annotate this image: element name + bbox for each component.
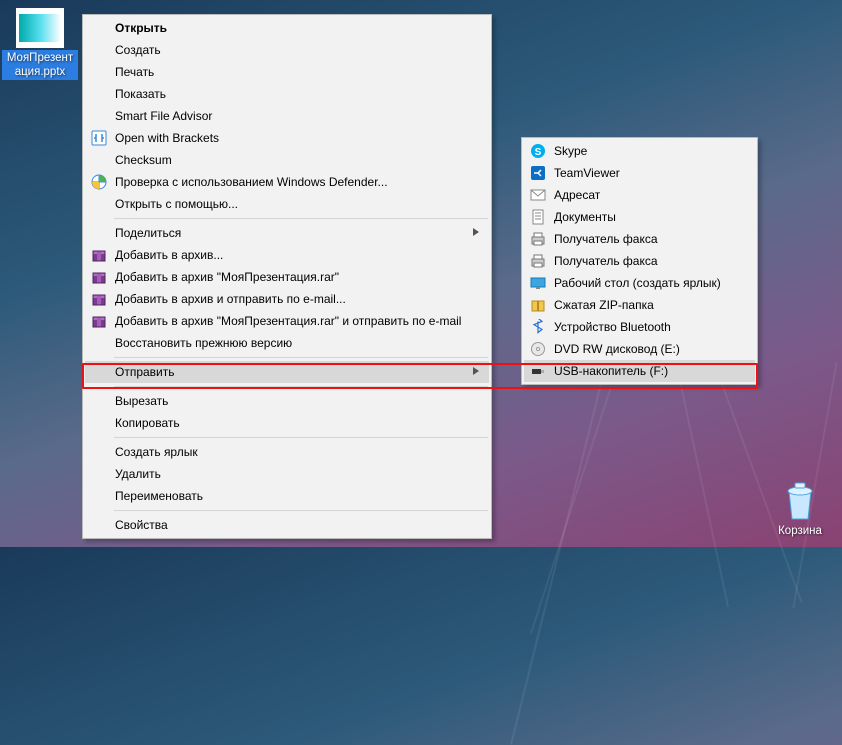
menu-item-label: Поделиться bbox=[115, 226, 181, 240]
menu-item-label: DVD RW дисковод (E:) bbox=[554, 342, 680, 356]
menu-item-label: Добавить в архив и отправить по e-mail..… bbox=[115, 292, 346, 306]
dvd-icon bbox=[530, 341, 546, 357]
menu-item-label: Документы bbox=[554, 210, 616, 224]
menu-item-label: Добавить в архив... bbox=[115, 248, 223, 262]
menu2-item[interactable]: TeamViewer bbox=[524, 162, 755, 184]
docs-icon bbox=[530, 209, 546, 225]
menu-item-label: Добавить в архив "МояПрезентация.rar" bbox=[115, 270, 339, 284]
menu-item-label: Адресат bbox=[554, 188, 600, 202]
menu1-item[interactable]: Создать bbox=[85, 39, 489, 61]
menu1-item[interactable]: Вырезать bbox=[85, 390, 489, 412]
menu1-item[interactable]: Добавить в архив "МояПрезентация.rar" bbox=[85, 266, 489, 288]
rar-icon bbox=[91, 269, 107, 285]
zip-icon bbox=[530, 297, 546, 313]
menu1-item[interactable]: Открыть с помощью... bbox=[85, 193, 489, 215]
submenu-arrow-icon bbox=[473, 366, 483, 376]
rar-icon bbox=[91, 247, 107, 263]
context-menu-main: Открыть Создать Печать Показать Smart File A… bbox=[82, 14, 492, 539]
menu-item-label: Smart File Advisor bbox=[115, 109, 212, 123]
menu2-item[interactable]: Документы bbox=[524, 206, 755, 228]
menu-item-label: Показать bbox=[115, 87, 166, 101]
tv-icon bbox=[530, 165, 546, 181]
menu2-item[interactable]: S Skype bbox=[524, 140, 755, 162]
menu1-item[interactable]: Печать bbox=[85, 61, 489, 83]
recycle-bin-icon bbox=[780, 479, 820, 523]
menu-separator bbox=[114, 386, 488, 387]
desktop-bin-label: Корзина bbox=[776, 523, 824, 539]
menu-item-label: Checksum bbox=[115, 153, 172, 167]
menu-item-label: Создать ярлык bbox=[115, 445, 198, 459]
menu-separator bbox=[114, 437, 488, 438]
menu-item-label: Добавить в архив "МояПрезентация.rar" и … bbox=[115, 314, 461, 328]
rar-icon bbox=[91, 313, 107, 329]
menu1-item[interactable]: Добавить в архив и отправить по e-mail..… bbox=[85, 288, 489, 310]
menu2-item[interactable]: Получатель факса bbox=[524, 228, 755, 250]
menu1-item[interactable]: Восстановить прежнюю версию bbox=[85, 332, 489, 354]
menu1-item[interactable]: Свойства bbox=[85, 514, 489, 536]
menu1-item[interactable]: Добавить в архив "МояПрезентация.rar" и … bbox=[85, 310, 489, 332]
menu-separator bbox=[114, 510, 488, 511]
mail-icon bbox=[530, 187, 546, 203]
svg-text:S: S bbox=[535, 147, 542, 158]
menu-separator bbox=[114, 357, 488, 358]
menu-item-label: Получатель факса bbox=[554, 254, 658, 268]
menu-item-label: Восстановить прежнюю версию bbox=[115, 336, 292, 350]
menu-separator bbox=[114, 218, 488, 219]
menu-item-label: Открыть с помощью... bbox=[115, 197, 238, 211]
menu1-item[interactable]: Поделиться bbox=[85, 222, 489, 244]
context-menu-sendto: S Skype TeamViewer Адресат Документы Получате… bbox=[521, 137, 758, 385]
menu1-item[interactable]: Открыть bbox=[85, 17, 489, 39]
menu2-item[interactable]: Сжатая ZIP-папка bbox=[524, 294, 755, 316]
menu-item-label: USB-накопитель (F:) bbox=[554, 364, 668, 378]
menu-item-label: Открыть bbox=[115, 21, 167, 35]
menu-item-label: Skype bbox=[554, 144, 587, 158]
menu-item-label: TeamViewer bbox=[554, 166, 620, 180]
menu-item-label: Переименовать bbox=[115, 489, 203, 503]
menu-item-label: Копировать bbox=[115, 416, 180, 430]
submenu-arrow-icon bbox=[473, 227, 483, 237]
menu2-item[interactable]: USB-накопитель (F:) bbox=[524, 360, 755, 382]
desktop-file-label: МояПрезент ация.pptx bbox=[2, 50, 78, 80]
menu1-item[interactable]: Переименовать bbox=[85, 485, 489, 507]
menu1-item[interactable]: Показать bbox=[85, 83, 489, 105]
menu1-item[interactable]: Open with Brackets bbox=[85, 127, 489, 149]
desktop-file-pptx[interactable]: МояПрезент ация.pptx bbox=[2, 8, 78, 80]
menu1-item[interactable]: Smart File Advisor bbox=[85, 105, 489, 127]
menu1-item[interactable]: Добавить в архив... bbox=[85, 244, 489, 266]
menu1-item[interactable]: Checksum bbox=[85, 149, 489, 171]
menu2-item[interactable]: Рабочий стол (создать ярлык) bbox=[524, 272, 755, 294]
bt-icon bbox=[530, 319, 546, 335]
menu1-item[interactable]: Создать ярлык bbox=[85, 441, 489, 463]
menu2-item[interactable]: Устройство Bluetooth bbox=[524, 316, 755, 338]
menu-item-label: Устройство Bluetooth bbox=[554, 320, 671, 334]
menu-item-label: Сжатая ZIP-папка bbox=[554, 298, 654, 312]
menu-item-label: Проверка с использованием Windows Defend… bbox=[115, 175, 388, 189]
fax-icon bbox=[530, 231, 546, 247]
menu-item-label: Получатель факса bbox=[554, 232, 658, 246]
menu1-item[interactable]: Отправить bbox=[85, 361, 489, 383]
menu-item-label: Печать bbox=[115, 65, 154, 79]
menu1-item[interactable]: Копировать bbox=[85, 412, 489, 434]
usb-icon bbox=[530, 363, 546, 379]
menu-item-label: Open with Brackets bbox=[115, 131, 219, 145]
menu1-item[interactable]: Удалить bbox=[85, 463, 489, 485]
menu-item-label: Отправить bbox=[115, 365, 175, 379]
menu2-item[interactable]: DVD RW дисковод (E:) bbox=[524, 338, 755, 360]
skype-icon: S bbox=[530, 143, 546, 159]
menu-item-label: Вырезать bbox=[115, 394, 168, 408]
defender-icon bbox=[91, 174, 107, 190]
menu-item-label: Создать bbox=[115, 43, 161, 57]
menu1-item[interactable]: Проверка с использованием Windows Defend… bbox=[85, 171, 489, 193]
pptx-icon bbox=[16, 8, 64, 48]
menu2-item[interactable]: Адресат bbox=[524, 184, 755, 206]
fax-icon bbox=[530, 253, 546, 269]
desk-icon bbox=[530, 275, 546, 291]
menu-item-label: Рабочий стол (создать ярлык) bbox=[554, 276, 721, 290]
menu2-item[interactable]: Получатель факса bbox=[524, 250, 755, 272]
menu-item-label: Удалить bbox=[115, 467, 161, 481]
menu-item-label: Свойства bbox=[115, 518, 168, 532]
brackets-icon bbox=[91, 130, 107, 146]
rar-icon bbox=[91, 291, 107, 307]
desktop-recycle-bin[interactable]: Корзина bbox=[762, 479, 838, 539]
